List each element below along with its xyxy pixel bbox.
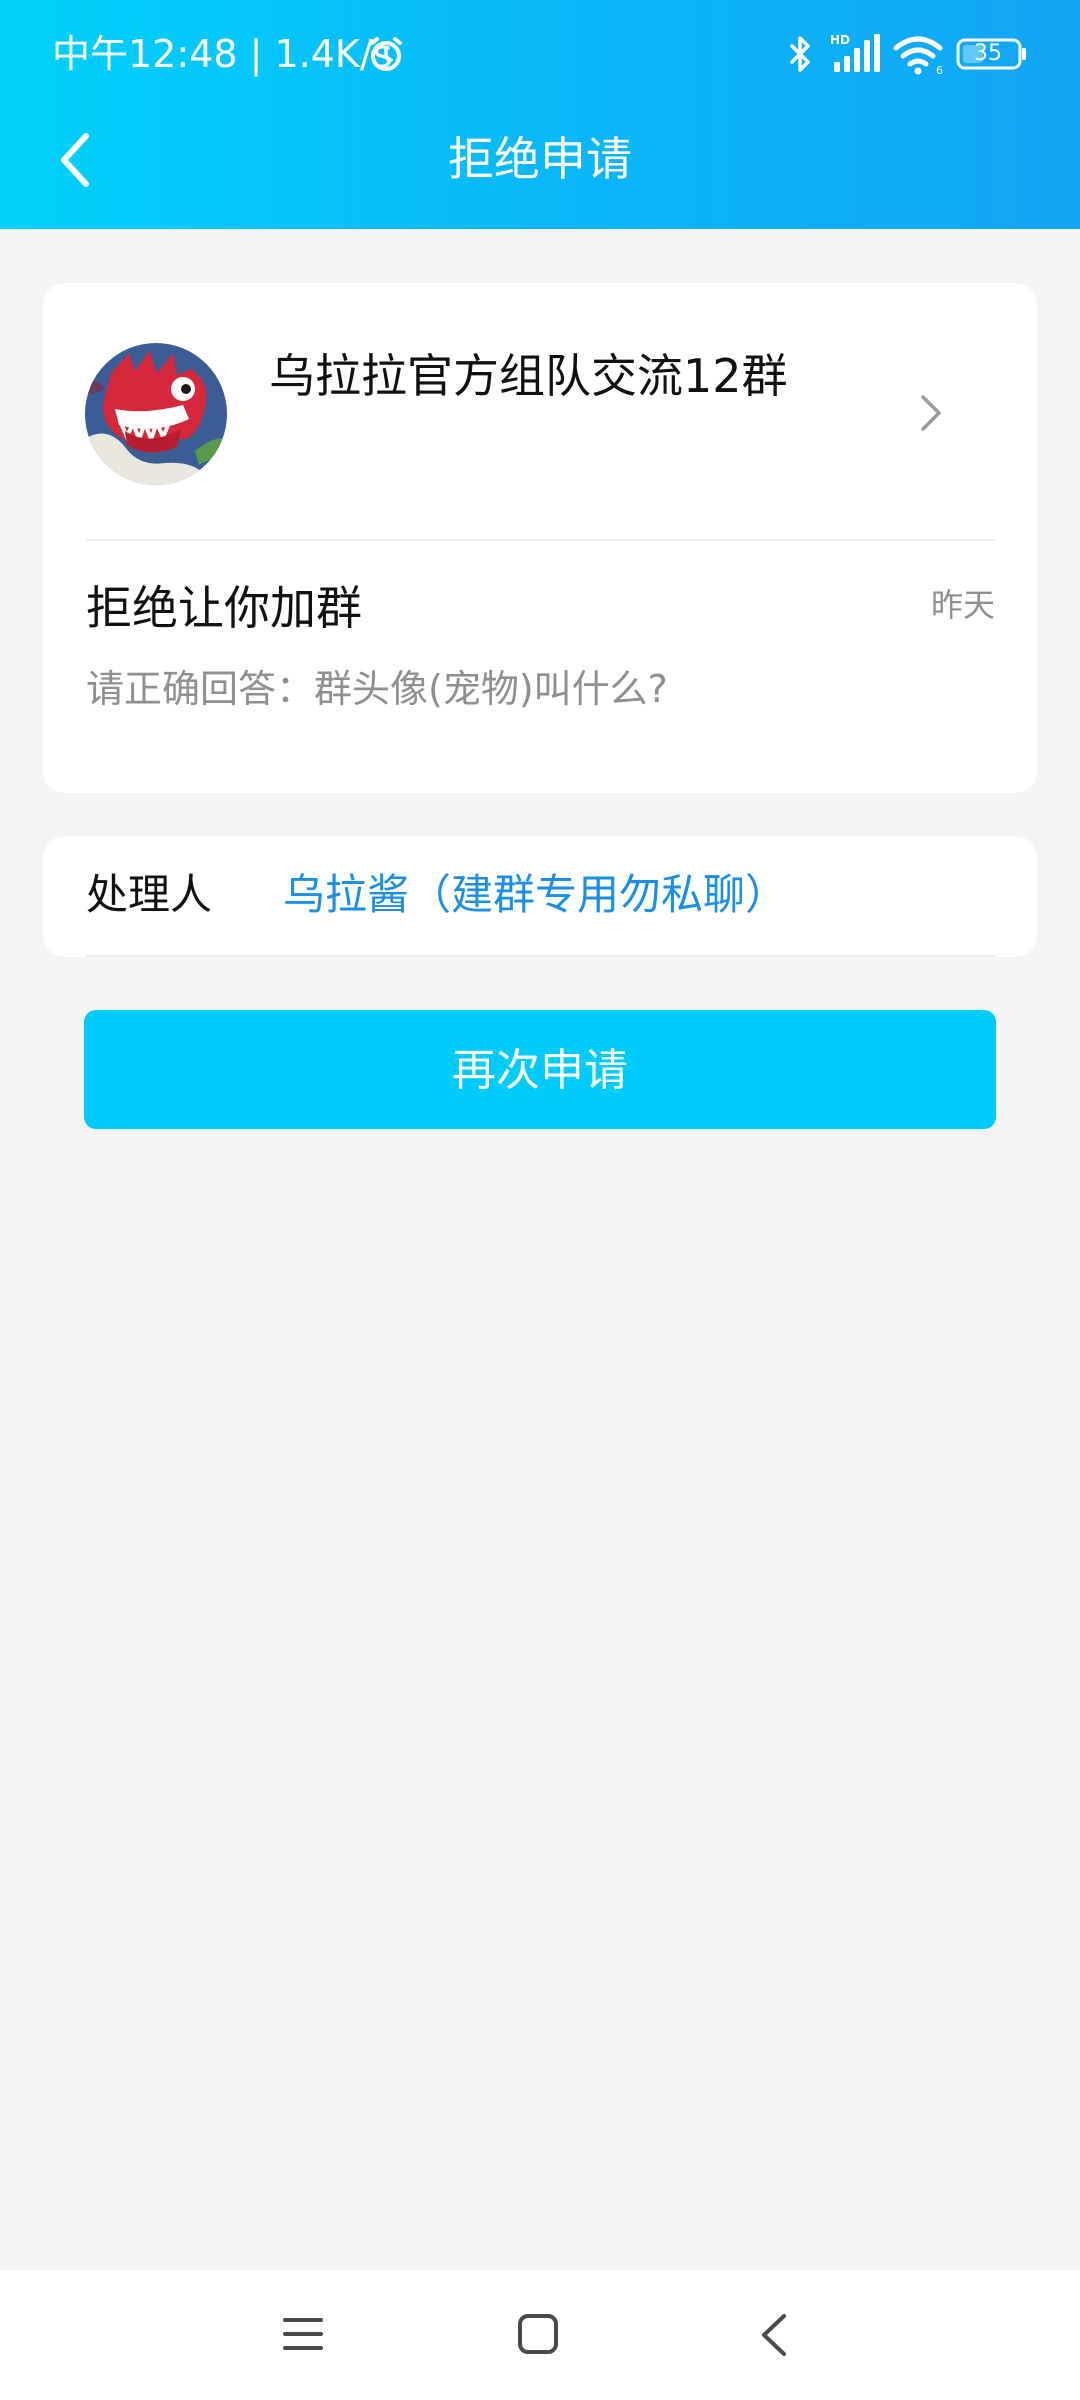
request-message: 请正确回答：群头像(宠物)叫什么? xyxy=(86,667,668,711)
group-row[interactable]: 乌拉拉官方组队交流12群 xyxy=(43,283,1037,540)
card-divider xyxy=(86,539,996,541)
request-card: 乌拉拉官方组队交流12群 拒绝让你加群 昨天 请正确回答：群头像(宠物)叫什么? xyxy=(43,283,1037,793)
group-name[interactable]: 乌拉拉官方组队交流12群 xyxy=(269,343,788,409)
group-avatar[interactable] xyxy=(85,343,227,485)
bluetooth-icon xyxy=(790,36,810,72)
handler-label: 处理人 xyxy=(86,870,213,919)
status-bar: 中午12:48 | 1.4K/s HD 6 35 xyxy=(0,0,1080,108)
handler-divider xyxy=(86,955,996,957)
header: 中午12:48 | 1.4K/s HD 6 35 拒绝申请 xyxy=(0,0,1080,229)
menu-icon[interactable] xyxy=(282,2314,324,2354)
system-nav-bar xyxy=(0,2270,1080,2400)
page-title: 拒绝申请 xyxy=(448,132,632,186)
battery-level: 35 xyxy=(974,41,1002,66)
request-status-title: 拒绝让你加群 xyxy=(86,581,362,635)
wifi-icon: 6 xyxy=(893,36,943,76)
handler-name-link[interactable]: 乌拉酱（建群专用勿私聊） xyxy=(283,863,787,927)
status-icons: HD 6 35 xyxy=(780,0,1080,108)
home-icon[interactable] xyxy=(516,2312,560,2356)
status-time: 中午12:48 | 1.4K/s xyxy=(52,32,393,76)
dinosaur-avatar-icon xyxy=(85,343,227,485)
alarm-icon xyxy=(370,37,402,71)
back-icon[interactable] xyxy=(756,2310,792,2360)
svg-text:HD: HD xyxy=(830,33,850,47)
request-time: 昨天 xyxy=(930,586,995,624)
reapply-button[interactable]: 再次申请 xyxy=(84,1010,996,1129)
svg-text:6: 6 xyxy=(936,64,943,76)
chevron-right-icon[interactable] xyxy=(915,391,945,435)
handler-card: 处理人 乌拉酱（建群专用勿私聊） xyxy=(43,836,1037,957)
signal-icon: HD xyxy=(830,33,880,72)
